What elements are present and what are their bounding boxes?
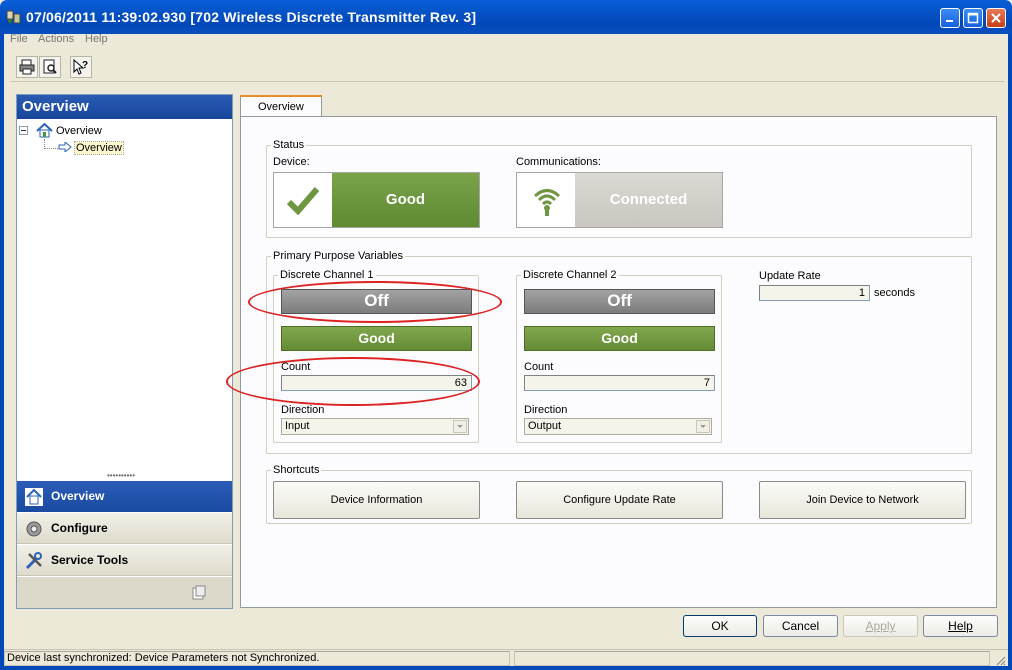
nav-configure-label: Configure bbox=[51, 521, 108, 535]
window-title: 07/06/2011 11:39:02.930 [702 Wireless Di… bbox=[26, 9, 477, 25]
menu-help[interactable]: Help bbox=[85, 33, 108, 45]
home-icon bbox=[36, 123, 53, 138]
communications-status-card: Connected bbox=[516, 172, 723, 228]
update-rate-label: Update Rate bbox=[759, 270, 821, 282]
status-bar-text: Device last synchronized: Device Paramet… bbox=[7, 652, 320, 664]
cancel-button[interactable]: Cancel bbox=[763, 615, 838, 637]
device-status-card: Good bbox=[273, 172, 480, 228]
status-bar-message: Device last synchronized: Device Paramet… bbox=[4, 651, 510, 666]
apply-label: Apply bbox=[865, 619, 896, 633]
context-help-button[interactable]: ? bbox=[70, 56, 92, 78]
device-label: Device: bbox=[273, 156, 310, 168]
tree-collapse-toggle[interactable] bbox=[19, 126, 28, 135]
arrow-right-icon bbox=[58, 142, 72, 152]
device-status-icon-box bbox=[274, 173, 332, 227]
shortcuts-group-title: Shortcuts bbox=[273, 464, 320, 476]
status-group-title: Status bbox=[273, 139, 305, 151]
join-device-to-network-button[interactable]: Join Device to Network bbox=[759, 481, 966, 519]
nav-overview[interactable]: Overview bbox=[17, 480, 232, 512]
close-icon bbox=[991, 13, 1001, 23]
nav-configure[interactable]: Configure bbox=[17, 512, 232, 544]
tree-item-overview-selected[interactable]: Overview bbox=[74, 141, 124, 155]
print-preview-button[interactable] bbox=[39, 56, 61, 78]
tab-overview[interactable]: Overview bbox=[240, 95, 322, 117]
print-icon bbox=[19, 59, 35, 75]
ok-label: OK bbox=[711, 619, 729, 633]
help-label: Help bbox=[948, 619, 973, 633]
configure-buttons-icon[interactable] bbox=[191, 585, 207, 601]
pane-splitter[interactable]: •••••••••• bbox=[107, 472, 135, 480]
channel1-direction-select[interactable]: Input bbox=[281, 418, 469, 435]
channel1-direction-value: Input bbox=[285, 420, 310, 432]
ppv-group-title: Primary Purpose Variables bbox=[273, 250, 404, 262]
channel2-direction-label: Direction bbox=[524, 404, 568, 416]
channel2-direction-value: Output bbox=[528, 420, 562, 432]
toolbar-separator bbox=[10, 81, 1004, 82]
comm-status-value: Connected bbox=[575, 173, 722, 227]
app-icon[interactable] bbox=[6, 9, 22, 25]
channel2-count-label: Count bbox=[524, 361, 554, 373]
title-bar: 07/06/2011 11:39:02.930 [702 Wireless Di… bbox=[0, 0, 1012, 34]
wireless-signal-icon bbox=[533, 189, 561, 216]
maximize-button[interactable] bbox=[963, 8, 983, 28]
cancel-label: Cancel bbox=[781, 619, 820, 633]
channel1-status: Good bbox=[281, 326, 472, 351]
nav-service-tools-label: Service Tools bbox=[51, 553, 129, 567]
tools-icon bbox=[25, 552, 42, 570]
nav-service-tools[interactable]: Service Tools bbox=[17, 544, 232, 576]
minimize-icon bbox=[946, 20, 953, 22]
print-button[interactable] bbox=[16, 56, 38, 78]
help-button[interactable]: Help bbox=[923, 615, 998, 637]
configure-update-rate-button[interactable]: Configure Update Rate bbox=[516, 481, 723, 519]
device-information-button[interactable]: Device Information bbox=[273, 481, 480, 519]
channel2-state: Off bbox=[524, 289, 715, 314]
home-icon bbox=[25, 488, 43, 506]
ok-button[interactable]: OK bbox=[683, 615, 757, 637]
channel1-direction-label: Direction bbox=[281, 404, 325, 416]
channel2-direction-select[interactable]: Output bbox=[524, 418, 712, 435]
channel2-count-field[interactable]: 7 bbox=[524, 375, 715, 391]
tree-item-overview-root[interactable]: Overview bbox=[56, 125, 102, 137]
communications-label: Communications: bbox=[516, 156, 601, 168]
apply-button[interactable]: Apply bbox=[843, 615, 918, 637]
maximize-icon bbox=[967, 12, 979, 24]
device-status-value: Good bbox=[332, 173, 479, 227]
gear-icon bbox=[26, 521, 42, 537]
menu-file[interactable]: File bbox=[10, 33, 28, 45]
channel2-status: Good bbox=[524, 326, 715, 351]
comm-status-icon-box bbox=[517, 173, 575, 227]
status-bar: Device last synchronized: Device Paramet… bbox=[4, 649, 1008, 666]
tree-connector-h bbox=[44, 148, 58, 149]
resize-grip-icon[interactable] bbox=[994, 654, 1006, 666]
update-rate-unit: seconds bbox=[874, 287, 915, 299]
chevron-down-icon bbox=[696, 420, 710, 433]
status-bar-pane-2 bbox=[514, 651, 990, 666]
highlight-ellipse-channel1-state bbox=[248, 281, 502, 323]
highlight-ellipse-channel1-count bbox=[226, 357, 480, 406]
print-preview-icon bbox=[43, 59, 57, 74]
nav-footer bbox=[17, 577, 232, 608]
navigation-pane: Overview Overview Overview •••••••••• Ov… bbox=[16, 94, 233, 609]
update-rate-field[interactable]: 1 bbox=[759, 285, 870, 301]
nav-overview-label: Overview bbox=[51, 489, 105, 503]
minimize-button[interactable] bbox=[940, 8, 960, 28]
nav-pane-title: Overview bbox=[17, 95, 232, 119]
checkmark-icon bbox=[286, 187, 320, 215]
close-button[interactable] bbox=[986, 8, 1006, 28]
channel1-title: Discrete Channel 1 bbox=[280, 269, 374, 281]
context-help-icon: ? bbox=[73, 59, 88, 75]
svg-text:?: ? bbox=[82, 60, 88, 71]
channel2-title: Discrete Channel 2 bbox=[523, 269, 617, 281]
menu-actions[interactable]: Actions bbox=[38, 33, 74, 45]
chevron-down-icon bbox=[453, 420, 467, 433]
